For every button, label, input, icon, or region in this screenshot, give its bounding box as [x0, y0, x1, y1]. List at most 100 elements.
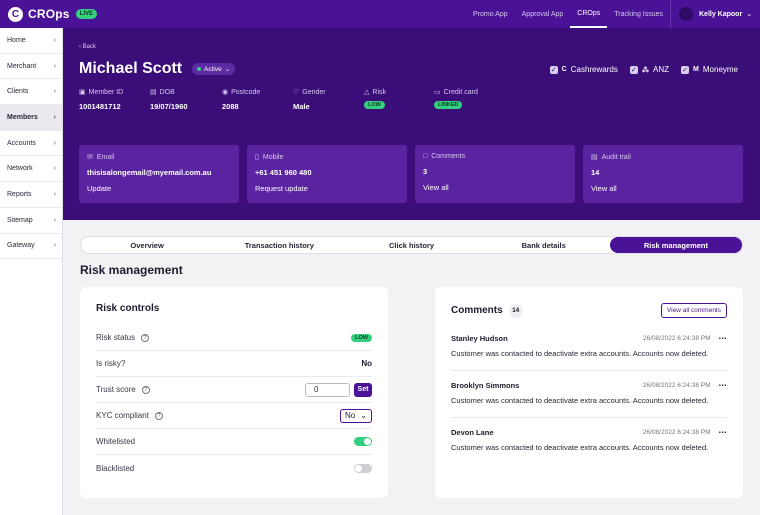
- brand-cashrewards[interactable]: ✓ C Cashrewards: [549, 65, 618, 74]
- field-credit-card: ▭ Credit card LINKED: [434, 88, 478, 109]
- set-trust-score-button[interactable]: Set: [354, 382, 372, 397]
- comment-time: 26/08/2022 6:24:38 PM: [642, 429, 711, 436]
- brand-label: Moneyme: [702, 65, 738, 74]
- blacklisted-toggle[interactable]: [354, 463, 372, 473]
- risk-controls-title: Risk controls: [96, 303, 160, 314]
- whitelisted-toggle[interactable]: [354, 437, 372, 446]
- back-link[interactable]: ‹ Back: [79, 44, 96, 50]
- comments-view-all-link[interactable]: View all: [423, 183, 567, 192]
- mail-icon: ✉: [87, 154, 93, 161]
- status-label: Active: [204, 65, 222, 73]
- sidebar-item-network[interactable]: Network ›: [0, 156, 62, 183]
- help-icon[interactable]: ?: [141, 385, 150, 394]
- top-nav: Promo App Approval App CROps Tracking Is…: [466, 0, 670, 28]
- sidebar-item-gateway[interactable]: Gateway ›: [0, 234, 62, 260]
- comment-author: Devon Lane: [451, 428, 494, 437]
- chevron-down-icon: ⌄: [224, 66, 231, 73]
- comments-count: 3: [423, 167, 428, 176]
- field-gender: ♡ Gender Male: [293, 88, 364, 112]
- email-card: ✉ Email thisisalongemail@myemail.com.au U…: [79, 145, 239, 203]
- summary-cards: ✉ Email thisisalongemail@myemail.com.au U…: [79, 145, 743, 203]
- comment-item: Brooklyn Simmons 26/08/2022 6:24:38 PM ⋯ …: [451, 371, 727, 418]
- checkbox-checked-icon[interactable]: ✓: [681, 65, 690, 74]
- audit-view-all-link[interactable]: View all: [591, 184, 735, 193]
- app-logo[interactable]: C CROps LIVE: [8, 6, 98, 22]
- field-risk: △ Risk LOW: [364, 88, 387, 109]
- sidebar-item-members[interactable]: Members ›: [0, 105, 62, 131]
- help-icon[interactable]: ?: [141, 333, 150, 342]
- env-badge: LIVE: [75, 9, 98, 19]
- member-tabs: Overview Transaction history Click histo…: [80, 236, 743, 254]
- sidebar-item-sitemap[interactable]: Sitemap ›: [0, 208, 62, 234]
- comment-time: 26/08/2022 6:24:38 PM: [642, 335, 711, 342]
- chevron-right-icon: ›: [53, 113, 56, 121]
- sidebar-item-reports[interactable]: Reports ›: [0, 182, 62, 208]
- more-options-icon[interactable]: ⋯: [719, 381, 728, 390]
- audit-trail-card: ▤ Audit trail 14 View all: [583, 145, 743, 203]
- brand-label: Cashrewards: [570, 65, 618, 74]
- sidebar-item-merchant[interactable]: Merchant ›: [0, 54, 62, 80]
- top-bar: C CROps LIVE Promo App Approval App CROp…: [0, 0, 760, 28]
- user-menu[interactable]: Kelly Kapoor ⌄: [670, 0, 760, 28]
- topnav-approval-app[interactable]: Approval App: [515, 0, 571, 28]
- sidebar-item-label: Network: [7, 165, 33, 173]
- tab-risk-management[interactable]: Risk management: [609, 237, 743, 253]
- chevron-down-icon: ⌄: [746, 11, 753, 18]
- sidebar-item-label: Clients: [7, 88, 29, 96]
- comment-item: Devon Lane 26/08/2022 6:24:38 PM ⋯ Custom…: [451, 418, 727, 464]
- comments-card: □ Comments 3 View all: [415, 145, 575, 203]
- kyc-select[interactable]: No ⌄: [340, 408, 372, 423]
- sidebar-item-clients[interactable]: Clients ›: [0, 79, 62, 106]
- trust-score-input[interactable]: 0: [305, 382, 350, 397]
- checkbox-checked-icon[interactable]: ✓: [629, 65, 638, 74]
- topnav-tracking-issues[interactable]: Tracking Issues: [607, 0, 670, 28]
- avatar: [679, 7, 693, 21]
- checkbox-checked-icon[interactable]: ✓: [549, 65, 558, 74]
- comment-author: Brooklyn Simmons: [451, 381, 520, 390]
- id-card-icon: ▣: [79, 89, 86, 96]
- status-dropdown[interactable]: Active ⌄: [192, 63, 236, 75]
- chevron-right-icon: ›: [53, 190, 56, 198]
- location-pin-icon: ◉: [222, 89, 229, 96]
- warning-icon: △: [364, 89, 370, 96]
- brand-anz[interactable]: ✓ ⁂ ANZ: [629, 65, 670, 74]
- heart-icon: ♡: [293, 89, 300, 96]
- chevron-right-icon: ›: [53, 36, 56, 44]
- more-options-icon[interactable]: ⋯: [719, 428, 728, 437]
- sidebar-item-label: Reports: [7, 190, 32, 198]
- sidebar-item-home[interactable]: Home ›: [0, 28, 62, 54]
- phone-icon: ▯: [255, 154, 259, 161]
- mobile-card: ▯ Mobile +61 451 960 480 Request update: [247, 145, 407, 203]
- postcode-value: 2088: [222, 102, 239, 111]
- tab-bank-details[interactable]: Bank details: [478, 237, 610, 253]
- help-icon[interactable]: ?: [154, 411, 163, 420]
- comment-text: Customer was contacted to deactivate ext…: [451, 349, 709, 358]
- tab-click-history[interactable]: Click history: [345, 237, 477, 253]
- is-risky-row: Is risky? No: [96, 351, 372, 377]
- document-icon: ▤: [591, 154, 598, 161]
- comment-item: Stanley Hudson 26/08/2022 6:24:38 PM ⋯ Cu…: [451, 324, 727, 371]
- tab-transaction-history[interactable]: Transaction history: [213, 237, 345, 253]
- brand-label: ANZ: [653, 65, 670, 74]
- sidebar-item-label: Members: [7, 113, 38, 121]
- brand-list: ✓ C Cashrewards ✓ ⁂ ANZ ✓ M Moneyme: [549, 65, 738, 74]
- topnav-promo-app[interactable]: Promo App: [466, 0, 515, 28]
- member-header: ‹ Back Michael Scott Active ⌄ ✓ C Cashre…: [63, 28, 760, 220]
- sidebar-item-accounts[interactable]: Accounts ›: [0, 131, 62, 157]
- comment-time: 26/08/2022 6:24:38 PM: [642, 382, 711, 389]
- mobile-value: +61 451 960 480: [255, 168, 312, 177]
- tab-overview[interactable]: Overview: [81, 237, 213, 253]
- topnav-crops[interactable]: CROps: [570, 0, 608, 28]
- user-name: Kelly Kapoor: [699, 10, 743, 18]
- view-all-comments-button[interactable]: View all comments: [660, 303, 727, 318]
- mobile-request-update-link[interactable]: Request update: [255, 184, 399, 193]
- sidebar-item-label: Sitemap: [7, 216, 33, 224]
- email-update-link[interactable]: Update: [87, 184, 231, 193]
- trust-score-row: Trust score? 0 Set: [96, 377, 372, 403]
- field-member-id: ▣ Member ID 1001481712: [79, 88, 150, 112]
- field-postcode: ◉ Postcode 2088: [222, 88, 293, 112]
- sidebar-item-label: Accounts: [7, 139, 36, 147]
- brand-moneyme[interactable]: ✓ M Moneyme: [681, 65, 738, 74]
- credit-card-badge: LINKED: [434, 101, 463, 109]
- more-options-icon[interactable]: ⋯: [719, 334, 728, 343]
